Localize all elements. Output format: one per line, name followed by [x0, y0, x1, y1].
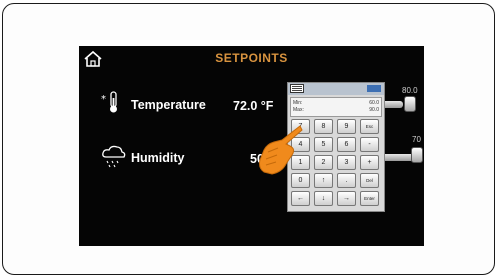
key-up-arrow[interactable]: ↑: [314, 173, 333, 188]
key-5[interactable]: 5: [314, 137, 333, 152]
key-8[interactable]: 8: [314, 119, 333, 134]
keypad-min-value: 60.0: [369, 100, 379, 106]
key-9[interactable]: 9: [337, 119, 356, 134]
key-left-arrow[interactable]: ←: [291, 191, 310, 206]
key-right-arrow[interactable]: →: [337, 191, 356, 206]
temperature-label: Temperature: [131, 98, 206, 112]
setpoints-screen: SETPOINTS * Temperature 72.0 °F 80.0 Hum…: [79, 46, 424, 246]
temperature-slider-value: 80.0: [402, 86, 418, 95]
keyboard-icon: [290, 84, 304, 93]
key-3[interactable]: 3: [337, 155, 356, 170]
key-2[interactable]: 2: [314, 155, 333, 170]
key-6[interactable]: 6: [337, 137, 356, 152]
key-del[interactable]: Del: [360, 173, 379, 188]
humidity-cloud-icon: [102, 145, 126, 168]
thermometer-snowflake-icon: *: [101, 91, 117, 113]
humidity-label: Humidity: [131, 151, 185, 165]
pointing-hand-icon: [259, 125, 303, 175]
key-enter[interactable]: Enter: [360, 191, 379, 206]
keypad-field-indicator: [367, 85, 381, 92]
key-plus[interactable]: +: [360, 155, 379, 170]
keypad-display: Min: 60.0 Max: 90.0: [290, 97, 382, 117]
humidity-slider-value: 70: [412, 135, 421, 144]
device-bezel: SETPOINTS * Temperature 72.0 °F 80.0 Hum…: [2, 3, 495, 275]
humidity-slider-knob[interactable]: [411, 147, 423, 163]
key-down-arrow[interactable]: ↓: [314, 191, 333, 206]
keypad-max-value: 90.0: [369, 107, 379, 113]
temperature-slider-knob[interactable]: [404, 96, 416, 112]
keypad-max-label: Max:: [293, 107, 304, 113]
key-esc[interactable]: Esc: [360, 119, 379, 134]
key-minus[interactable]: -: [360, 137, 379, 152]
key-decimal[interactable]: .: [337, 173, 356, 188]
svg-text:*: *: [101, 94, 106, 105]
keypad-min-label: Min:: [293, 100, 303, 106]
temperature-value[interactable]: 72.0 °F: [233, 99, 273, 113]
page-title: SETPOINTS: [215, 51, 288, 65]
keypad-titlebar: [288, 83, 384, 95]
